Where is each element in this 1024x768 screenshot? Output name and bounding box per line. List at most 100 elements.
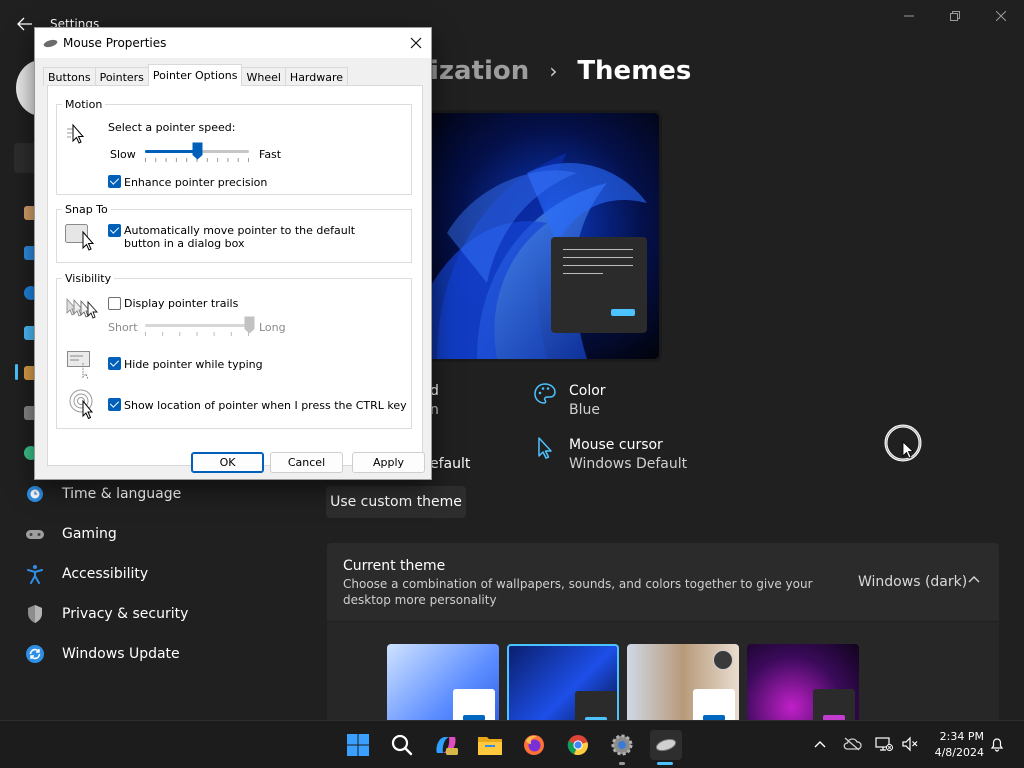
copilot-button[interactable] [431,730,461,760]
theme-thumb-dark[interactable] [507,644,619,720]
snap-to-group-label: Snap To [62,203,111,216]
cloud-offline-icon [843,737,862,751]
notifications-tray[interactable] [986,733,1008,755]
sidebar-item-label: Accessibility [62,566,149,582]
pointer-speed-label: Select a pointer speed: [108,121,236,134]
current-theme-header[interactable]: Current theme Choose a combination of wa… [327,543,999,621]
tab-pointer-options[interactable]: Pointer Options [147,64,243,86]
shield-icon [24,603,46,625]
sidebar-item-windows-update[interactable]: Windows Update [24,636,180,672]
tab-pointers[interactable]: Pointers [94,67,149,86]
firefox-icon [524,735,544,755]
theme-thumb-purple[interactable] [747,644,859,720]
clock-globe-icon [24,483,46,505]
show-location-checkbox[interactable] [108,398,121,411]
accessibility-icon [24,563,46,585]
firefox-button[interactable] [519,730,549,760]
settings-running-indicator [619,762,625,765]
clock-date: 4/8/2024 [934,746,984,759]
minimize-button[interactable] [886,0,932,32]
page-title: Themes [577,56,692,86]
volume-tray[interactable] [899,733,921,755]
enhance-precision-label: Enhance pointer precision [124,176,268,189]
snap-to-label: Automatically move pointer to the defaul… [124,224,356,250]
file-explorer-button[interactable] [475,730,505,760]
chrome-button[interactable] [563,730,593,760]
mouse-cursor-label: Mouse cursor [569,437,663,453]
theme-thumb-light[interactable] [387,644,499,720]
pointer-trails-checkbox[interactable] [108,297,121,310]
hide-while-typing-checkbox[interactable] [108,357,121,370]
sidebar-item-label: Privacy & security [62,606,189,622]
sidebar-item-label: Gaming [62,526,117,542]
cancel-button[interactable]: Cancel [270,452,343,473]
breadcrumb-separator: › [549,59,558,83]
motion-group-label: Motion [62,98,106,111]
color-label: Color [569,383,606,399]
start-button[interactable] [343,730,373,760]
sidebar-item-privacy-security[interactable]: Privacy & security [24,596,188,632]
preview-window [551,237,647,333]
taskbar-clock[interactable]: 2:34 PM 4/8/2024 [930,729,984,761]
tab-buttons[interactable]: Buttons [43,67,96,86]
dialog-titlebar[interactable]: Mouse Properties [35,28,431,58]
search-button[interactable] [387,730,417,760]
dialog-title: Mouse Properties [63,36,167,50]
use-custom-theme-button[interactable]: Use custom theme [326,486,466,518]
close-button[interactable] [978,0,1024,32]
visibility-group: Visibility Display pointer trails Short … [56,272,412,429]
enhance-precision-checkbox[interactable] [108,175,121,188]
pointer-speed-fill [145,150,197,153]
settings-button[interactable] [607,730,637,760]
pointer-speed-slider[interactable] [192,142,203,160]
back-arrow-icon[interactable] [16,16,34,32]
ok-button[interactable]: OK [191,452,264,473]
theme-color-setting[interactable]: Color Blue [533,382,606,420]
tab-wheel[interactable]: Wheel [241,67,286,86]
theme-thumb-glow[interactable] [627,644,739,720]
sidebar-item-gaming[interactable]: Gaming [24,516,117,552]
snap-to-icon [65,222,97,255]
pointer-options-panel: Motion Select a pointer speed: Slow Fast… [47,85,423,466]
sidebar-item-accessibility[interactable]: Accessibility [24,556,148,592]
visibility-group-label: Visibility [62,272,115,285]
onedrive-tray[interactable] [841,733,863,755]
tab-hardware[interactable]: Hardware [284,67,349,86]
search-icon [391,734,413,756]
pointer-trails-label: Display pointer trails [124,297,239,310]
sidebar-item-label: Windows Update [62,646,180,662]
chevron-up-icon[interactable] [968,573,980,589]
network-disconnected-icon [875,737,893,751]
apply-button[interactable]: Apply [352,452,425,473]
chrome-icon [567,735,588,756]
update-icon [24,643,46,665]
clock-time: 2:34 PM [939,730,984,743]
current-theme-value: Windows (dark) [858,574,968,590]
dialog-tabs: Buttons Pointers Pointer Options Wheel H… [43,64,349,86]
mouse-properties-dialog: Mouse Properties Buttons Pointers Pointe… [34,27,432,480]
taskbar: 2:34 PM 4/8/2024 [0,720,1024,768]
mouse-cursor-setting[interactable]: Mouse cursor Windows Default [533,436,687,474]
trails-short-label: Short [108,321,138,334]
folder-icon [478,737,502,755]
snap-to-checkbox[interactable] [108,224,121,237]
palette-icon [533,382,557,406]
gear-icon [611,734,633,756]
network-tray[interactable] [873,733,895,755]
sidebar-item-time-language[interactable]: Time & language [24,476,181,512]
gamepad-icon [24,523,46,545]
pointer-trails-icon [65,297,99,324]
mouse-icon [43,38,58,48]
copilot-icon [436,737,458,755]
pointer-trails-track [145,324,249,327]
breadcrumb-parent[interactable]: ization [430,56,529,86]
show-hidden-icons-button[interactable] [809,733,831,755]
spotlight-badge-icon [713,650,733,670]
sidebar-item-label: Time & language [62,486,182,502]
pointer-speed-icon [67,123,89,150]
mouse-properties-button[interactable] [650,730,682,760]
restore-button[interactable] [932,0,978,32]
pointer-trails-slider [244,316,254,334]
close-icon[interactable] [405,32,427,54]
windows-logo-icon [347,734,369,756]
